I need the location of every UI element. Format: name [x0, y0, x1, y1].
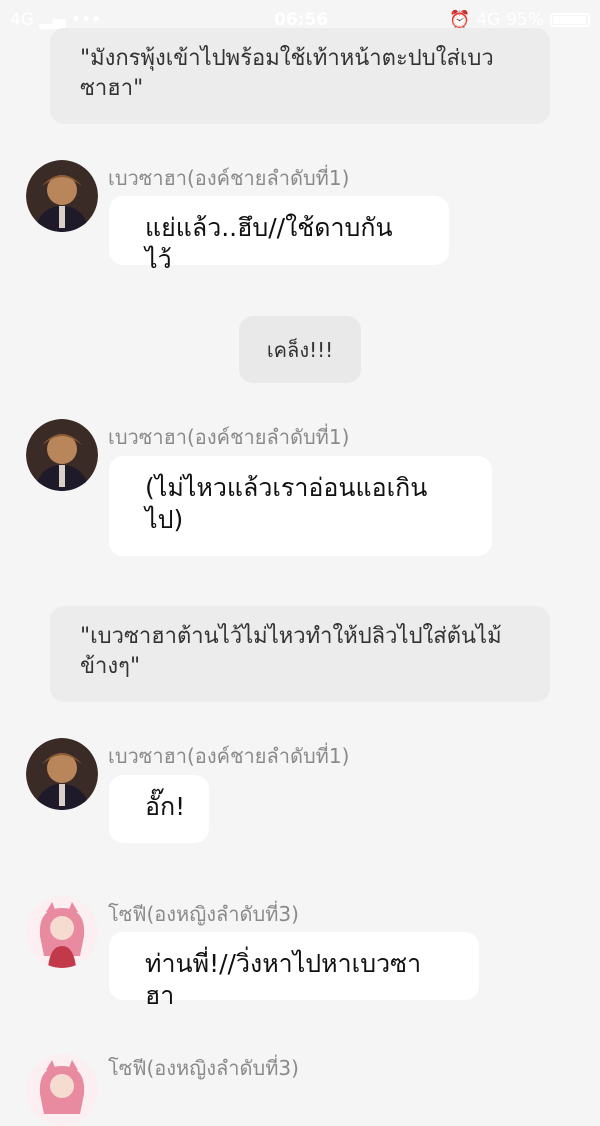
narration-bubble: "มังกรพุ้งเข้าไปพร้อมใช้เท้าหน้าตะปบใส่เ…	[50, 28, 550, 124]
alarm-icon: ⏰	[449, 10, 471, 30]
beausaha-avatar-icon	[26, 738, 98, 810]
battery-percent: 95%	[506, 10, 544, 30]
message-bubble[interactable]: อั๊ก!	[109, 775, 209, 843]
beausaha-avatar-icon	[26, 419, 98, 491]
message-bubble[interactable]: แย่แล้ว..ฮึบ//ใช้ดาบกันไว้	[109, 196, 449, 274]
avatar[interactable]	[26, 738, 98, 810]
avatar[interactable]	[26, 896, 98, 968]
notification-dots: •••	[70, 10, 102, 30]
network-indicator-right: 4G	[476, 10, 501, 30]
sophie-avatar-icon	[26, 896, 98, 968]
avatar[interactable]	[26, 1054, 98, 1126]
avatar[interactable]	[26, 419, 98, 491]
battery-icon	[550, 13, 590, 27]
beausaha-avatar-icon	[26, 160, 98, 232]
sender-name: เบวซาฮา(องค์ชายลำดับที่1)	[108, 166, 350, 190]
sender-name: โซฟี(องหญิงลำดับที่3)	[108, 902, 299, 926]
sender-name: เบวซาฮา(องค์ชายลำดับที่1)	[108, 425, 350, 449]
message-bubble[interactable]: ท่านพี่!//วิ่งหาไปหาเบวซาฮา	[109, 932, 479, 1010]
avatar[interactable]	[26, 160, 98, 232]
sophie-avatar-icon	[26, 1054, 98, 1126]
clock: 06:56	[274, 10, 329, 30]
network-indicator: 4G	[10, 10, 34, 30]
signal-bars-icon: ▂▄	[39, 10, 66, 30]
sound-effect-bubble: เคล็ง!!!	[239, 316, 361, 383]
sender-name: โซฟี(องหญิงลำดับที่3)	[108, 1056, 299, 1080]
sender-name: เบวซาฮา(องค์ชายลำดับที่1)	[108, 744, 350, 768]
message-bubble[interactable]: (ไม่ไหวแล้วเราอ่อนแอเกินไป)	[109, 456, 492, 556]
narration-bubble: "เบวซาฮาต้านไว้ไม่ไหวทำให้ปลิวไปใส่ต้นไม…	[50, 606, 550, 702]
